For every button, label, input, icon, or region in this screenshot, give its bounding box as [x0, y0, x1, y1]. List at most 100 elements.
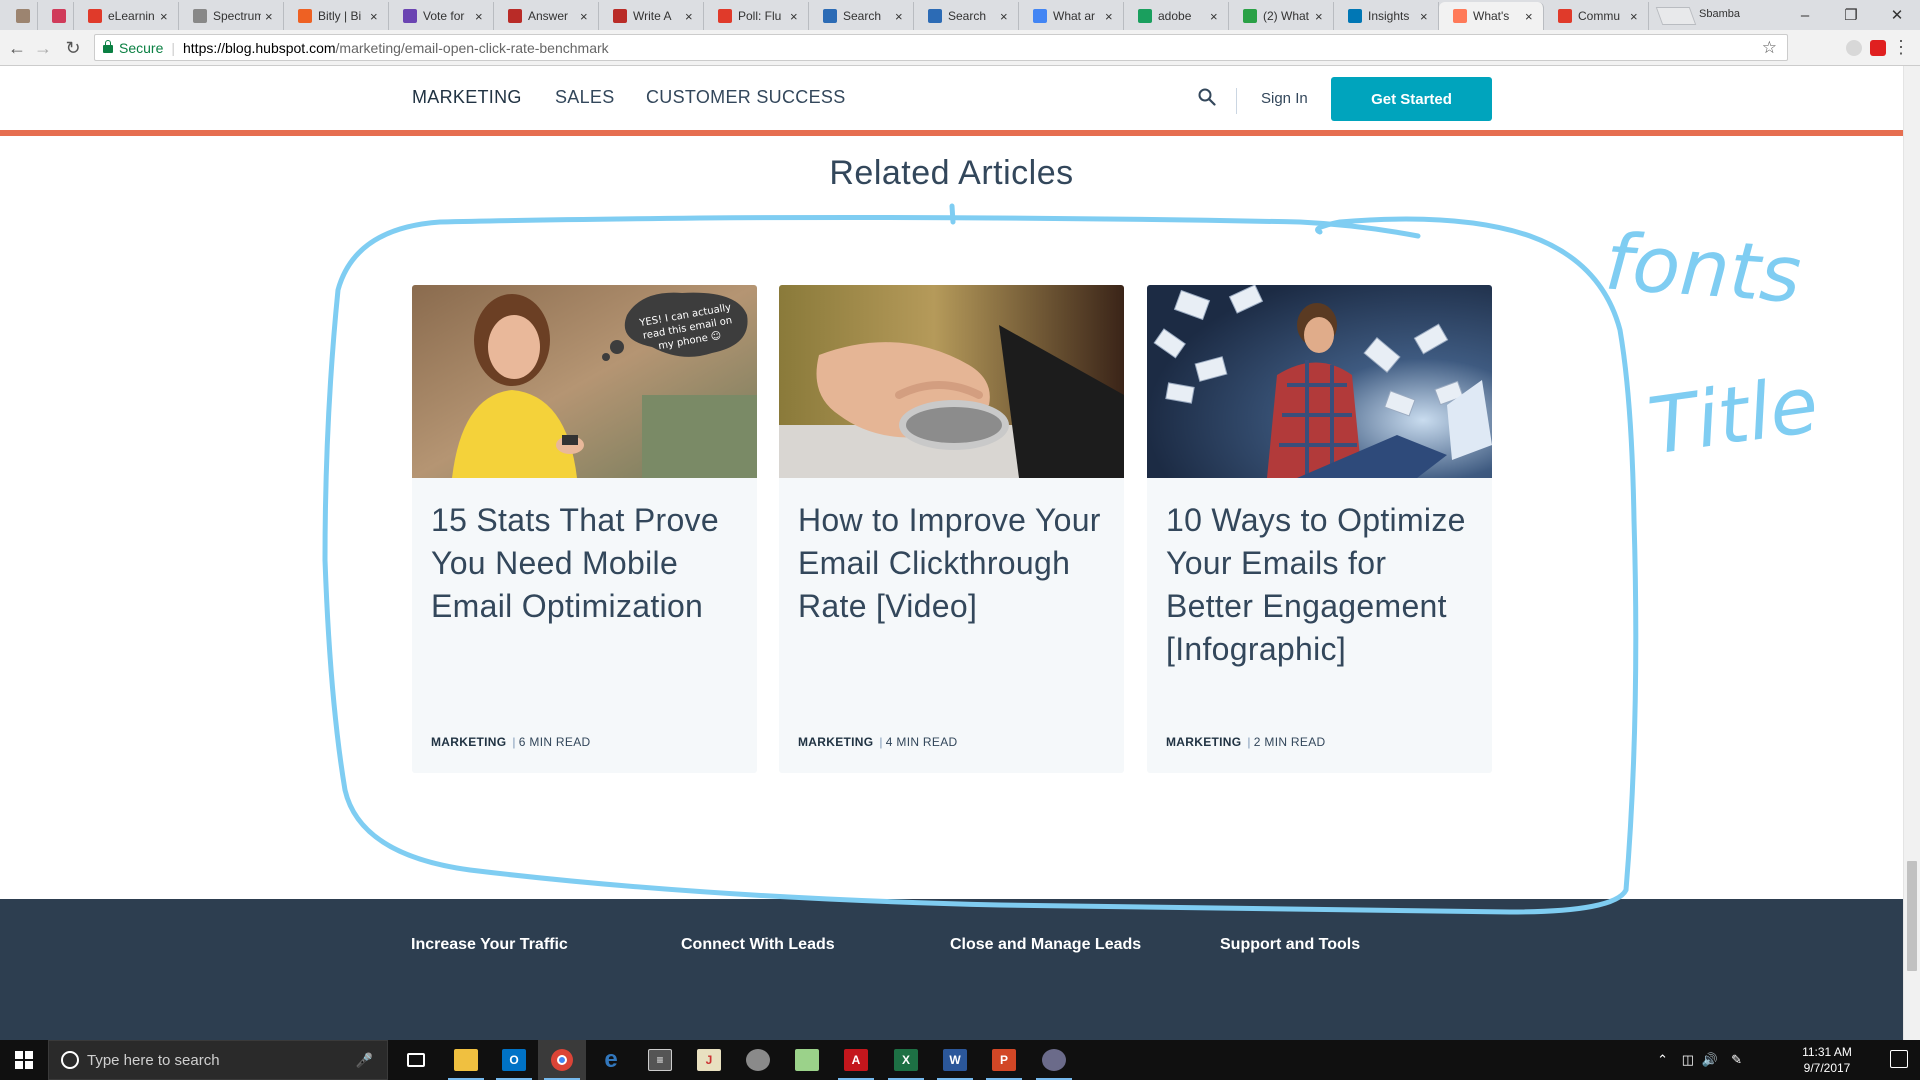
windows-start-button[interactable]	[0, 1040, 48, 1080]
acrobat-icon[interactable]: A	[832, 1040, 880, 1080]
chrome-icon[interactable]	[538, 1040, 586, 1080]
taskbar-search-box[interactable]: Type here to search 🎤	[48, 1040, 388, 1080]
scrollbar-thumb[interactable]	[1907, 861, 1917, 971]
tab-close-icon[interactable]: ×	[1420, 9, 1432, 24]
tab-close-icon[interactable]: ×	[1105, 9, 1117, 24]
page-scrollbar[interactable]	[1903, 66, 1920, 1040]
browser-tab[interactable]: Search ×	[914, 2, 1019, 30]
browser-tab[interactable]: Spectrum ×	[179, 2, 284, 30]
network-icon[interactable]: ◫	[1682, 1052, 1694, 1068]
pen-icon[interactable]: ✎	[1731, 1052, 1742, 1068]
new-tab-button[interactable]	[1655, 7, 1697, 25]
browser-menu-icon[interactable]: ⋮	[1892, 37, 1910, 58]
taskbar-clock[interactable]: 11:31 AM 9/7/2017	[1792, 1044, 1862, 1076]
browser-tab[interactable]: What ar ×	[1019, 2, 1124, 30]
article-title[interactable]: 15 Stats That Prove You Need Mobile Emai…	[431, 499, 741, 628]
file-explorer-icon[interactable]	[442, 1040, 490, 1080]
article-card[interactable]: 10 Ways to Optimize Your Emails for Bett…	[1147, 285, 1492, 773]
footer-heading-traffic[interactable]: Increase Your Traffic	[411, 936, 568, 954]
article-image-man-laptop-envelopes[interactable]	[1147, 285, 1492, 478]
browser-tab[interactable]: Insights ×	[1334, 2, 1439, 30]
article-category[interactable]: MARKETING	[1166, 735, 1241, 749]
powerpoint-icon[interactable]: P	[980, 1040, 1028, 1080]
minimize-button[interactable]: –	[1782, 4, 1828, 26]
browser-tab[interactable]: Poll: Flu ×	[704, 2, 809, 30]
article-card[interactable]: YES! I can actuallyread this email onmy …	[412, 285, 757, 773]
word-icon[interactable]: W	[931, 1040, 979, 1080]
forward-button[interactable]: →	[32, 37, 54, 59]
volume-icon[interactable]: 🔊	[1702, 1052, 1718, 1068]
browser-tab[interactable]: Search ×	[809, 2, 914, 30]
secure-label: Secure	[119, 39, 164, 56]
tab-close-icon[interactable]: ×	[1525, 9, 1537, 24]
tab-close-icon[interactable]: ×	[895, 9, 907, 24]
browser-tab[interactable]: (2) What ×	[1229, 2, 1334, 30]
tab-close-icon[interactable]: ×	[1210, 9, 1222, 24]
browser-tab[interactable]: eLearnin ×	[74, 2, 179, 30]
calculator-icon[interactable]: ≡	[636, 1040, 684, 1080]
article-title[interactable]: How to Improve Your Email Clickthrough R…	[798, 499, 1108, 628]
close-window-button[interactable]: ✕	[1874, 4, 1920, 26]
adobe-extension-icon[interactable]	[1870, 40, 1886, 56]
edge-icon[interactable]: e	[587, 1040, 635, 1080]
restore-button[interactable]: ❐	[1828, 4, 1874, 26]
nav-customer-success[interactable]: CUSTOMER SUCCESS	[646, 87, 846, 108]
windows-taskbar: Type here to search 🎤 O e ≡ J A X W P ⌃ …	[0, 1040, 1920, 1080]
footer-heading-leads[interactable]: Connect With Leads	[681, 936, 835, 954]
bookmark-star-icon[interactable]: ☆	[1762, 38, 1777, 58]
browser-tab[interactable]: ×	[38, 2, 74, 30]
article-meta: MARKETING | 2 MIN READ	[1166, 735, 1326, 749]
search-icon[interactable]	[1198, 88, 1216, 106]
paint-tool-icon[interactable]	[734, 1040, 782, 1080]
nav-sales[interactable]: SALES	[555, 87, 615, 108]
article-read-time: 6 MIN READ	[518, 735, 591, 749]
clock-date: 9/7/2017	[1803, 1061, 1851, 1075]
tab-close-icon[interactable]: ×	[1630, 9, 1642, 24]
browser-tab[interactable]: Answer ×	[494, 2, 599, 30]
action-center-icon[interactable]	[1890, 1050, 1908, 1068]
window-user-label[interactable]: Sbamba	[1699, 8, 1740, 20]
outlook-icon[interactable]: O	[490, 1040, 538, 1080]
tray-overflow-icon[interactable]: ⌃	[1657, 1052, 1668, 1068]
article-category[interactable]: MARKETING	[798, 735, 873, 749]
tab-close-icon[interactable]: ×	[160, 9, 172, 24]
tab-close-icon[interactable]: ×	[370, 9, 382, 24]
address-bar[interactable]: Secure | https://blog.hubspot.com/market…	[94, 34, 1788, 61]
tab-close-icon[interactable]: ×	[1315, 9, 1327, 24]
tab-close-icon[interactable]: ×	[475, 9, 487, 24]
tab-close-icon[interactable]: ×	[265, 9, 277, 24]
tab-close-icon[interactable]: ×	[790, 9, 802, 24]
browser-tab[interactable]: Commu ×	[1544, 2, 1649, 30]
microphone-icon[interactable]: 🎤	[356, 1052, 373, 1069]
article-image-woman-phone[interactable]: YES! I can actuallyread this email onmy …	[412, 285, 757, 478]
tab-title: eLearnin	[108, 9, 155, 23]
browser-tab[interactable]: adobe ×	[1124, 2, 1229, 30]
nav-marketing[interactable]: MARKETING	[412, 87, 522, 108]
screen-recorder-icon[interactable]	[1030, 1040, 1078, 1080]
extension-icon[interactable]	[1846, 40, 1862, 56]
footer-heading-manage[interactable]: Close and Manage Leads	[950, 936, 1141, 954]
sign-in-link[interactable]: Sign In	[1261, 90, 1308, 107]
back-button[interactable]: ←	[6, 37, 28, 59]
browser-tab[interactable]: Write A ×	[599, 2, 704, 30]
reload-button[interactable]: ↻	[62, 37, 84, 59]
article-image-hand-mouse[interactable]	[779, 285, 1124, 478]
article-category[interactable]: MARKETING	[431, 735, 506, 749]
browser-tab[interactable]: What's ×	[1439, 2, 1544, 30]
tab-favicon-icon	[1033, 9, 1047, 23]
get-started-button[interactable]: Get Started	[1331, 77, 1492, 121]
tab-close-icon[interactable]: ×	[685, 9, 697, 24]
footer-heading-support[interactable]: Support and Tools	[1220, 936, 1360, 954]
article-card[interactable]: How to Improve Your Email Clickthrough R…	[779, 285, 1124, 773]
article-title[interactable]: 10 Ways to Optimize Your Emails for Bett…	[1166, 499, 1476, 671]
excel-icon[interactable]: X	[882, 1040, 930, 1080]
task-view-icon[interactable]	[392, 1040, 440, 1080]
notepad-icon[interactable]	[783, 1040, 831, 1080]
tab-close-icon[interactable]: ×	[1000, 9, 1012, 24]
browser-tab[interactable]: ×	[2, 2, 38, 30]
java-icon[interactable]: J	[685, 1040, 733, 1080]
browser-tab[interactable]: Bitly | Bi ×	[284, 2, 389, 30]
browser-tab[interactable]: Vote for ×	[389, 2, 494, 30]
tab-close-icon[interactable]: ×	[580, 9, 592, 24]
url-text[interactable]: https://blog.hubspot.com/marketing/email…	[183, 40, 609, 56]
